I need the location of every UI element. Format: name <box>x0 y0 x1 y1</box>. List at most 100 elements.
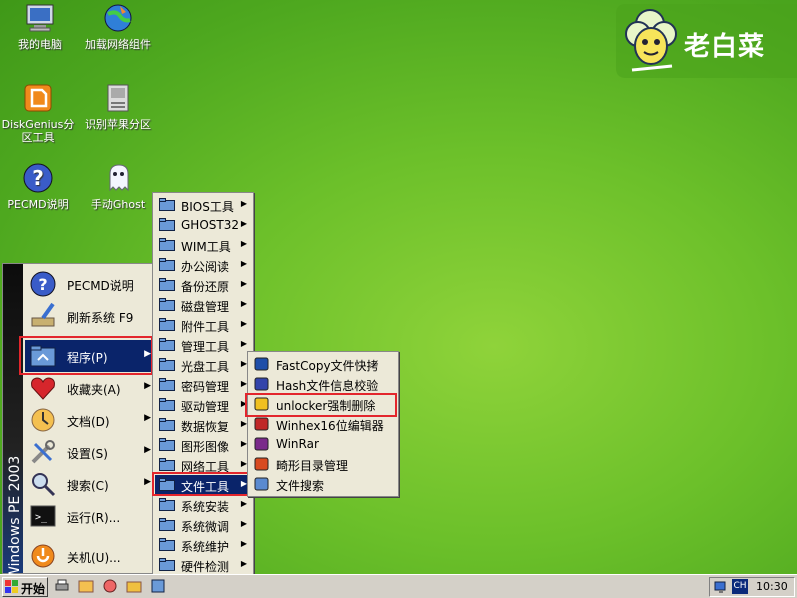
broom-icon <box>29 302 57 330</box>
file-search-icon <box>254 477 270 491</box>
programs-item-label: 图形图像 <box>181 440 230 454</box>
file-tools-item-label: FastCopy文件快拷 <box>276 359 379 373</box>
quicklaunch-app-icon[interactable] <box>150 578 166 594</box>
programs-item-label: 备份还原 <box>181 280 230 294</box>
submenu-arrow-icon: ▶ <box>144 381 151 391</box>
file-tools-item-label: 文件搜索 <box>276 479 325 493</box>
file-tools-item[interactable]: WinRar <box>250 434 396 454</box>
ghost-icon <box>102 162 134 194</box>
taskbar: 开始 CH 10:30 <box>0 574 797 598</box>
folder-icon <box>159 218 175 231</box>
file-tools-item-label: WinRar <box>276 437 319 451</box>
folder-icon <box>159 258 175 271</box>
programs-item[interactable]: 附件工具 ▶ <box>155 315 251 335</box>
programs-item[interactable]: 系统安装 ▶ <box>155 495 251 515</box>
file-tools-item[interactable]: FastCopy文件快拷 <box>250 354 396 374</box>
desktop-icon-diskgenius[interactable]: DiskGenius分区工具 <box>0 82 78 144</box>
desktop-icon-label: DiskGenius分区工具 <box>1 118 75 144</box>
shutdown-icon <box>29 542 57 570</box>
folder-icon <box>159 358 175 371</box>
programs-item[interactable]: 文件工具 ▶ <box>155 475 251 495</box>
folder-icon <box>159 558 175 571</box>
start-item-search[interactable]: 搜索(C) ▶ <box>25 468 153 500</box>
start-button[interactable]: 开始 <box>2 577 48 597</box>
file-tools-item[interactable]: unlocker强制删除 <box>250 394 396 414</box>
file-tools-item[interactable]: 文件搜索 <box>250 474 396 494</box>
programs-item-label: 光盘工具 <box>181 360 230 374</box>
language-indicator[interactable]: CH <box>732 579 748 594</box>
start-item-refresh-system[interactable]: 刷新系统 F9 <box>25 300 153 332</box>
start-item-shutdown[interactable]: 关机(U)... <box>25 540 153 572</box>
desktop-icon-label: 我的电脑 <box>18 38 62 51</box>
programs-item[interactable]: 数据恢复 ▶ <box>155 415 251 435</box>
desktop-icon-network[interactable]: 加载网络组件 <box>78 2 158 51</box>
file-tools-item[interactable]: Hash文件信息校验 <box>250 374 396 394</box>
desktop-icon-my-computer[interactable]: 我的电脑 <box>0 2 80 51</box>
programs-item[interactable]: GHOST32 ▶ <box>155 215 251 235</box>
start-item-label: 刷新系统 F9 <box>67 311 134 325</box>
submenu-arrow-icon: ▶ <box>240 279 247 288</box>
settings-tools-icon <box>29 438 57 466</box>
folder-icon <box>159 398 175 411</box>
desktop-icon-label: 识别苹果分区 <box>85 118 151 131</box>
computer-icon <box>24 2 56 34</box>
programs-item[interactable]: 网络工具 ▶ <box>155 455 251 475</box>
submenu-arrow-icon: ▶ <box>240 519 247 528</box>
folder-icon <box>159 318 175 331</box>
quicklaunch-folder-icon[interactable] <box>126 578 142 594</box>
start-item-run[interactable]: >_ 运行(R)... <box>25 500 153 532</box>
start-menu-sidebar: Windows PE 2003 <box>3 264 23 580</box>
programs-item-label: 系统微调 <box>181 520 230 534</box>
programs-item[interactable]: 备份还原 ▶ <box>155 275 251 295</box>
file-tools-item-label: 畸形目录管理 <box>276 459 349 473</box>
submenu-arrow-icon: ▶ <box>144 477 151 487</box>
programs-item-label: 密码管理 <box>181 380 230 394</box>
submenu-arrow-icon: ▶ <box>240 299 247 308</box>
file-tools-item-label: Hash文件信息校验 <box>276 379 379 393</box>
file-tools-item[interactable]: Winhex16位编辑器 <box>250 414 396 434</box>
start-item-programs[interactable]: 程序(P) ▶ <box>25 340 153 372</box>
search-icon <box>29 470 57 498</box>
programs-item[interactable]: 密码管理 ▶ <box>155 375 251 395</box>
logo-text: 老白菜 <box>684 32 766 62</box>
programs-item[interactable]: 光盘工具 ▶ <box>155 355 251 375</box>
quicklaunch-tool-icon[interactable] <box>102 578 118 594</box>
start-menu: Windows PE 2003 ? PECMD说明 刷新系统 F9 程序(P) … <box>2 263 155 580</box>
unlocker-wand-icon <box>254 397 270 411</box>
start-item-label: 关机(U)... <box>67 551 121 565</box>
programs-submenu: BIOS工具 ▶ GHOST32 ▶ WIM工具 ▶ 办公阅读 ▶ 备份还原 ▶ 磁盘管理 ▶ 附件工具… <box>152 192 254 598</box>
start-item-label: 设置(S) <box>67 447 108 461</box>
programs-item[interactable]: 硬件检测 ▶ <box>155 555 251 575</box>
programs-item[interactable]: 磁盘管理 ▶ <box>155 295 251 315</box>
help-icon: ? <box>29 270 57 298</box>
diskgenius-icon <box>22 82 54 114</box>
folder-icon <box>159 378 175 391</box>
desktop-icon-pecmd-help[interactable]: ? PECMD说明 <box>0 162 78 211</box>
start-item-documents[interactable]: 文档(D) ▶ <box>25 404 153 436</box>
programs-item[interactable]: 图形图像 ▶ <box>155 435 251 455</box>
start-item-label: 程序(P) <box>67 351 108 365</box>
quicklaunch-printer-icon[interactable] <box>54 578 70 594</box>
clock: 10:30 <box>756 580 788 593</box>
desktop-icon-manual-ghost[interactable]: 手动Ghost <box>78 162 158 211</box>
submenu-arrow-icon: ▶ <box>240 239 247 248</box>
start-item-settings[interactable]: 设置(S) ▶ <box>25 436 153 468</box>
quicklaunch-explorer-icon[interactable] <box>78 578 94 594</box>
sidebar-brand-text: Windows PE 2003 <box>7 455 23 580</box>
tray-network-icon[interactable] <box>713 579 729 595</box>
laobaicai-logo: 老白菜 <box>612 0 797 78</box>
svg-text:?: ? <box>32 166 44 190</box>
start-item-pecmd-help[interactable]: ? PECMD说明 <box>25 268 153 300</box>
programs-item[interactable]: 办公阅读 ▶ <box>155 255 251 275</box>
folder-icon <box>159 198 175 211</box>
programs-item-label: 附件工具 <box>181 320 230 334</box>
programs-item[interactable]: BIOS工具 ▶ <box>155 195 251 215</box>
programs-item[interactable]: 驱动管理 ▶ <box>155 395 251 415</box>
programs-item[interactable]: 系统维护 ▶ <box>155 535 251 555</box>
programs-item[interactable]: 管理工具 ▶ <box>155 335 251 355</box>
programs-item[interactable]: WIM工具 ▶ <box>155 235 251 255</box>
programs-item[interactable]: 系统微调 ▶ <box>155 515 251 535</box>
desktop-icon-apple-partition[interactable]: 识别苹果分区 <box>78 82 158 131</box>
start-item-favorites[interactable]: 收藏夹(A) ▶ <box>25 372 153 404</box>
file-tools-item[interactable]: 畸形目录管理 <box>250 454 396 474</box>
